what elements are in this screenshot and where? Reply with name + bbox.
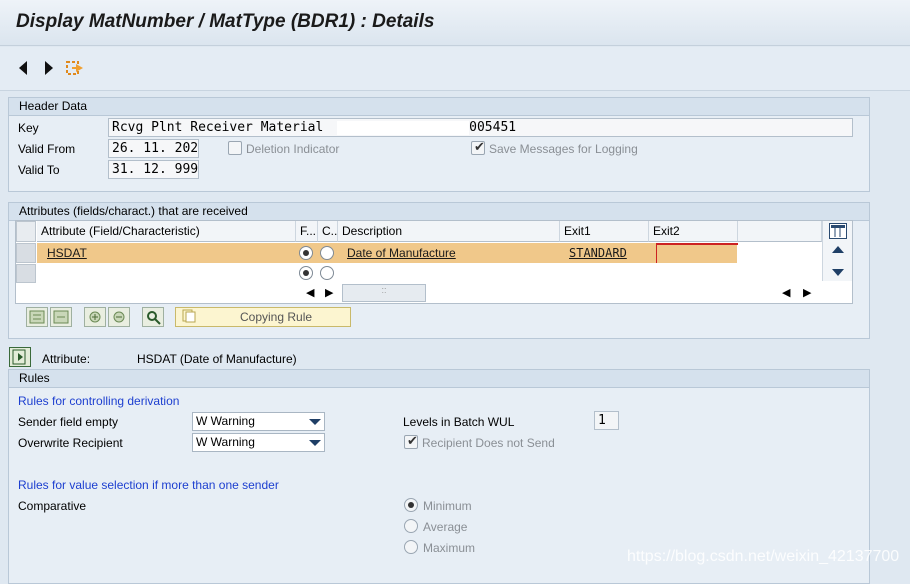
minimum-radio[interactable]: [404, 498, 418, 512]
title-bar: Display MatNumber / MatType (BDR1) : Det…: [0, 0, 910, 46]
valid-from-label: Valid From: [18, 142, 76, 156]
copy-icon: [182, 309, 196, 326]
column-settings-icon[interactable]: [829, 223, 847, 239]
levels-batch-label: Levels in Batch WUL: [403, 415, 515, 429]
average-label: Average: [423, 520, 468, 534]
scroll-right-icon[interactable]: ▶: [325, 286, 333, 299]
description-cell[interactable]: Date of Manufacture: [347, 243, 456, 263]
value-selection-title: Rules for value selection if more than o…: [18, 478, 279, 492]
application-toolbar: [0, 47, 910, 91]
scroll-left-icon[interactable]: ◀: [306, 286, 314, 299]
column-header-f[interactable]: F...: [296, 221, 318, 242]
valid-to-field[interactable]: 31. 12. 9999: [108, 160, 199, 179]
vertical-scrollbar[interactable]: [822, 221, 852, 281]
sender-empty-value: W Warning: [196, 414, 255, 428]
select-all-corner[interactable]: [16, 221, 36, 242]
sender-empty-dropdown[interactable]: W Warning: [192, 412, 325, 431]
levels-batch-field: 1: [594, 411, 619, 430]
key-value-prefix: Rcvg Plnt Receiver Material: [112, 120, 324, 135]
minimum-label: Minimum: [423, 499, 472, 513]
delete-row-icon[interactable]: [50, 307, 72, 327]
copying-rule-label: Copying Rule: [240, 310, 313, 324]
maximum-label: Maximum: [423, 541, 476, 555]
scroll-right-icon[interactable]: ▶: [803, 286, 811, 299]
insert-row-icon[interactable]: [26, 307, 48, 327]
attribute-detail-icon[interactable]: [9, 347, 31, 367]
copying-rule-button[interactable]: Copying Rule: [175, 307, 351, 327]
deletion-indicator-checkbox[interactable]: [228, 141, 242, 155]
chevron-down-icon: [309, 440, 321, 446]
controlling-derivation-title: Rules for controlling derivation: [18, 394, 180, 408]
row-selector[interactable]: [16, 264, 36, 283]
column-header-description[interactable]: Description: [338, 221, 560, 242]
recipient-not-send-checkbox[interactable]: ✔: [404, 433, 418, 449]
remove-entry-icon[interactable]: [108, 307, 130, 327]
comparative-label: Comparative: [18, 499, 87, 513]
attribute-detail-value: HSDAT (Date of Manufacture): [137, 352, 297, 366]
overwrite-recipient-dropdown[interactable]: W Warning: [192, 433, 325, 452]
c-radio[interactable]: [320, 246, 334, 260]
average-radio[interactable]: [404, 519, 418, 533]
header-data-title: Header Data: [9, 98, 869, 116]
deletion-indicator-label: Deletion Indicator: [246, 142, 340, 156]
valid-from-field[interactable]: 26. 11. 2020: [108, 139, 199, 158]
forward-arrow-icon[interactable]: [39, 57, 59, 79]
add-entry-icon[interactable]: [84, 307, 106, 327]
save-messages-checkbox[interactable]: ✔: [471, 139, 485, 155]
sender-empty-label: Sender field empty: [18, 415, 119, 429]
scroll-left-icon[interactable]: ◀: [782, 286, 790, 299]
c-radio[interactable]: [320, 266, 334, 280]
horizontal-scrollbar-thumb[interactable]: ::: [342, 284, 426, 302]
maximum-radio[interactable]: [404, 540, 418, 554]
column-header-attribute[interactable]: Attribute (Field/Characteristic): [37, 221, 296, 242]
scroll-up-icon[interactable]: [832, 243, 844, 257]
exit2-cell[interactable]: [656, 243, 738, 263]
attribute-detail-label: Attribute:: [42, 352, 91, 366]
overwrite-recipient-label: Overwrite Recipient: [18, 436, 123, 450]
key-field: Rcvg Plnt Receiver Material 005451: [108, 118, 853, 137]
f-radio[interactable]: [299, 246, 313, 260]
key-value-suffix: 005451: [469, 120, 517, 135]
f-radio[interactable]: [299, 266, 313, 280]
find-icon[interactable]: [142, 307, 164, 327]
recipient-not-send-label: Recipient Does not Send: [422, 436, 555, 450]
column-header-blank: [738, 221, 822, 242]
exit1-cell[interactable]: STANDARD: [569, 243, 627, 263]
rules-title: Rules: [9, 370, 869, 388]
column-header-exit1[interactable]: Exit1: [560, 221, 649, 242]
attributes-title: Attributes (fields/charact.) that are re…: [9, 203, 869, 221]
chevron-down-icon: [309, 419, 321, 425]
other-entry-icon[interactable]: [64, 57, 88, 79]
overwrite-recipient-value: W Warning: [196, 435, 255, 449]
column-header-exit2[interactable]: Exit2: [649, 221, 738, 242]
valid-to-label: Valid To: [18, 163, 60, 177]
row-selector[interactable]: [16, 243, 36, 263]
back-arrow-icon[interactable]: [13, 57, 33, 79]
attribute-cell[interactable]: HSDAT: [47, 243, 87, 263]
key-label: Key: [18, 121, 39, 135]
page-title: Display MatNumber / MatType (BDR1) : Det…: [16, 11, 435, 32]
watermark-text: https://blog.csdn.net/weixin_42137700: [627, 548, 900, 565]
scroll-down-icon[interactable]: [832, 266, 844, 280]
attributes-table: Attribute (Field/Characteristic) F... C.…: [15, 220, 853, 304]
save-messages-label: Save Messages for Logging: [489, 142, 638, 156]
column-header-c[interactable]: C..: [318, 221, 338, 242]
redacted-area: [337, 120, 470, 135]
